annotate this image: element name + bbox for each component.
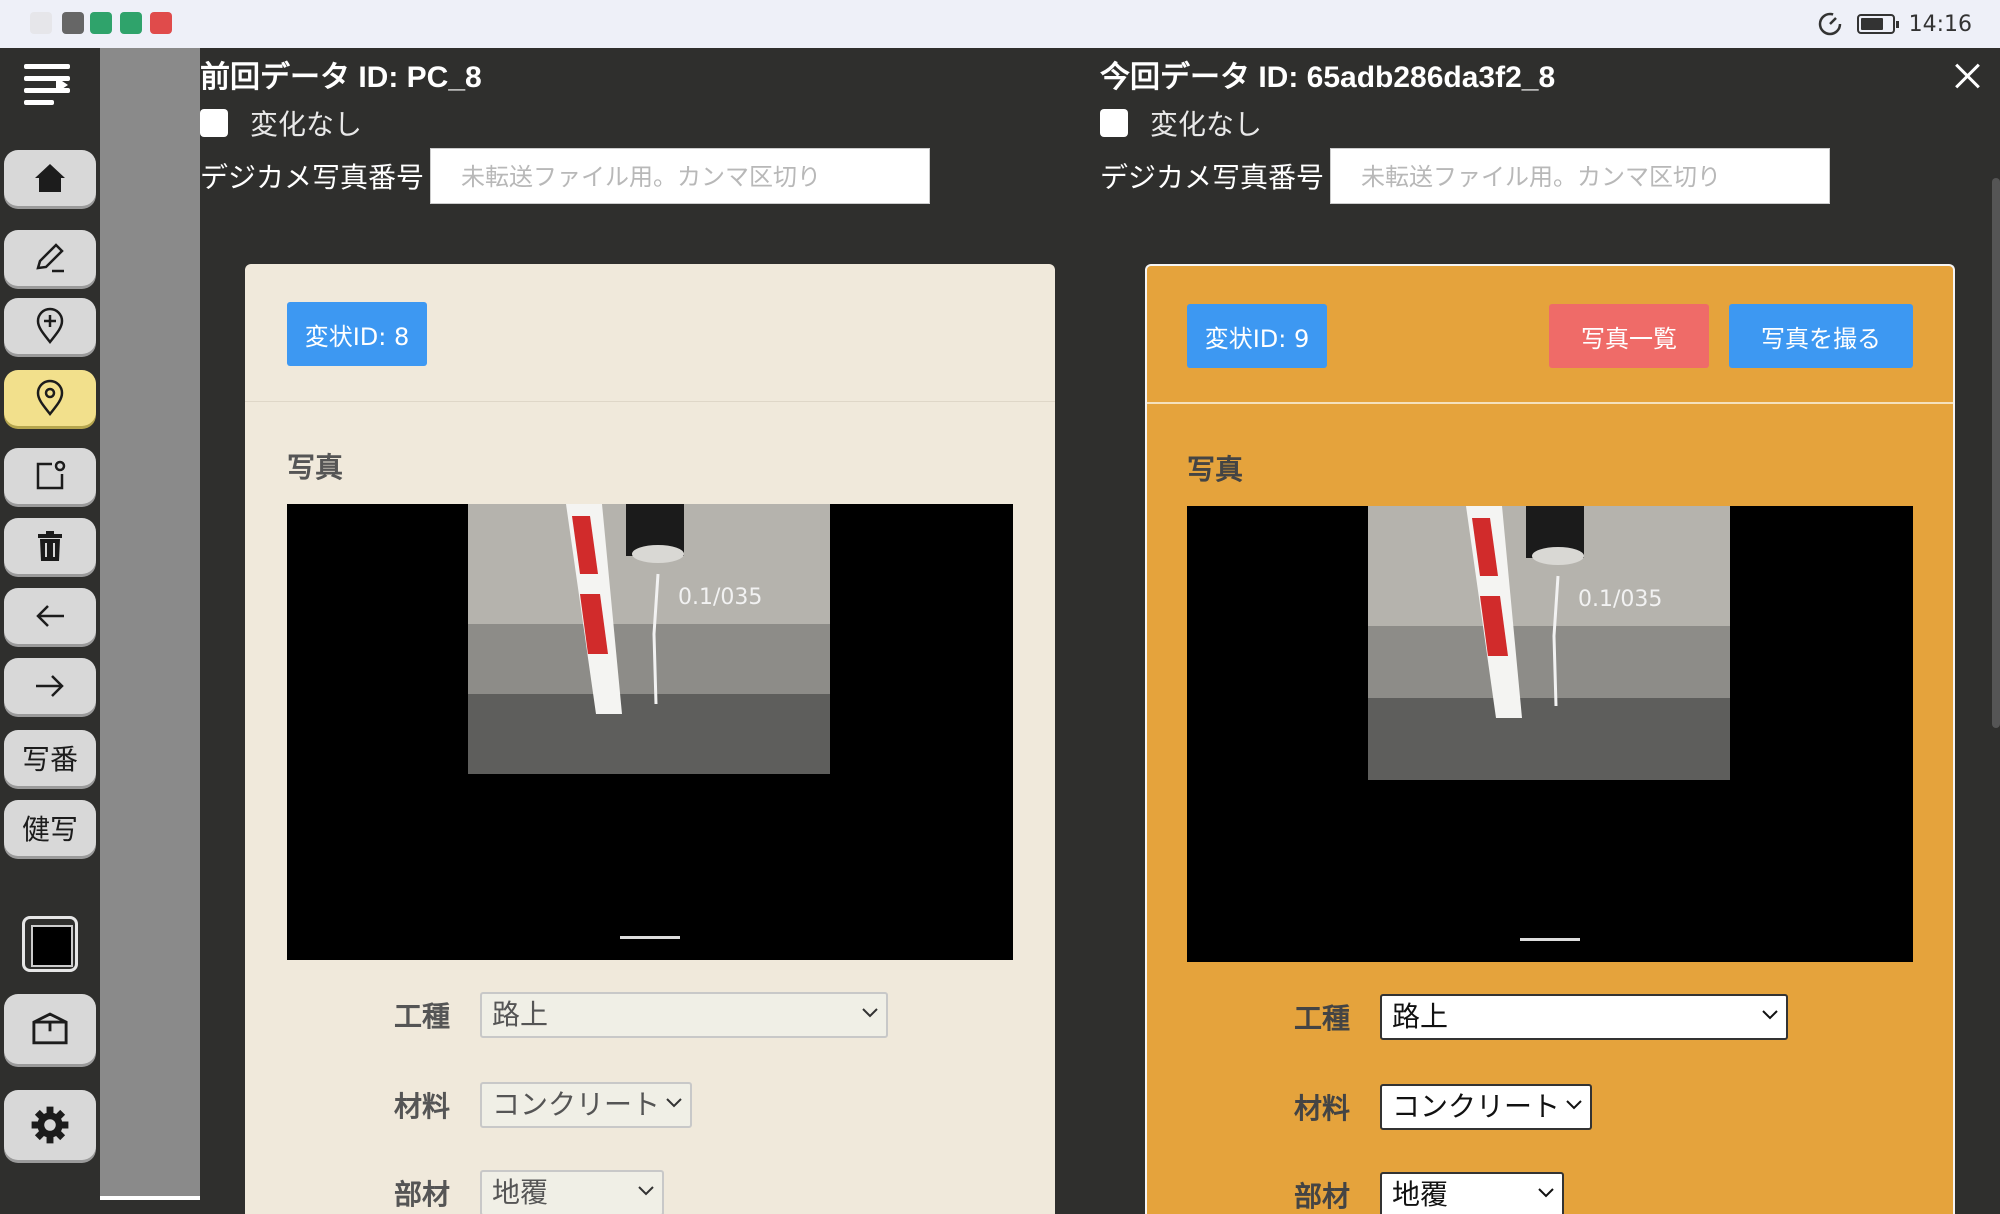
current-data-id: 今回データ ID: 65adb286da3f2_8 <box>1100 61 1556 94</box>
previous-work-type-label: 工種 <box>393 1000 450 1033</box>
current-material-value: コンクリート <box>1392 1090 1561 1123</box>
previous-member-label: 部材 <box>393 1178 450 1211</box>
home-button[interactable] <box>4 150 96 206</box>
previous-no-change-checkbox[interactable] <box>200 109 228 137</box>
menu-icon[interactable] <box>24 64 72 105</box>
current-no-change-label: 変化なし <box>1150 108 1263 141</box>
app-icon-file <box>62 12 84 34</box>
current-defect-card: 変状ID: 9 写真一覧 写真を撮る 写真 0.1/035 工種 路上 材料 コ… <box>1145 264 1955 1214</box>
previous-button[interactable] <box>4 588 96 644</box>
app-icon-php-server <box>30 12 52 34</box>
current-photo-number-label: デジカメ写真番号 <box>1100 161 1325 194</box>
chevron-down-icon <box>666 1098 682 1108</box>
edit-button[interactable] <box>4 230 96 286</box>
current-work-type-select[interactable]: 路上 <box>1380 994 1788 1040</box>
current-photo-number-input[interactable]: 未転送ファイル用。カンマ区切り <box>1330 148 1831 204</box>
status-time: 14:16 <box>1908 11 1972 37</box>
photo-number-button[interactable]: 写番 <box>4 730 96 786</box>
previous-defect-id-button[interactable]: 変状ID: 8 <box>287 302 427 366</box>
previous-material-value: コンクリート <box>492 1088 661 1121</box>
chevron-down-icon <box>1566 1100 1582 1110</box>
svg-text:0.1/035: 0.1/035 <box>678 585 762 610</box>
next-button[interactable] <box>4 658 96 714</box>
current-work-type-value: 路上 <box>1392 1000 1449 1033</box>
trash-icon <box>38 531 62 561</box>
current-material-label: 材料 <box>1293 1092 1350 1125</box>
battery-icon <box>1856 14 1899 34</box>
app-icon-red <box>150 12 172 34</box>
speed-icon <box>1818 12 1841 36</box>
previous-material-label: 材料 <box>393 1090 450 1123</box>
previous-photo: 0.1/035 <box>468 504 830 774</box>
add-location-button[interactable] <box>4 298 96 354</box>
note-button[interactable] <box>4 448 96 504</box>
current-photo: 0.1/035 <box>1368 506 1730 780</box>
comparison-view: 前回データ ID: PC_8 変化なし デジカメ写真番号 未転送ファイル用。カン… <box>200 48 2000 1214</box>
current-photo-viewer[interactable]: 0.1/035 <box>1187 506 1913 962</box>
current-member-label: 部材 <box>1293 1180 1350 1213</box>
previous-defect-card: 変状ID: 8 写真 0.1/035 工種 路上 材料 コンクリート 部材 地覆 <box>245 264 1055 1214</box>
photo-list-button[interactable]: 写真一覧 <box>1549 304 1709 368</box>
health-photo-button[interactable]: 健写 <box>4 800 96 856</box>
pin-plus-icon <box>36 307 64 345</box>
gear-icon <box>31 1106 69 1144</box>
previous-member-select[interactable]: 地覆 <box>480 1170 664 1214</box>
app-icon-android-1 <box>90 12 112 34</box>
take-photo-button[interactable]: 写真を撮る <box>1729 304 1913 368</box>
previous-photo-heading: 写真 <box>287 451 344 484</box>
status-bar: 14:16 <box>0 0 2000 48</box>
previous-photo-number-input[interactable]: 未転送ファイル用。カンマ区切り <box>430 148 931 204</box>
settings-button[interactable] <box>4 1090 96 1160</box>
chevron-down-icon <box>638 1186 654 1196</box>
current-member-value: 地覆 <box>1392 1178 1449 1211</box>
previous-member-value: 地覆 <box>492 1176 549 1209</box>
previous-photo-viewer[interactable]: 0.1/035 <box>287 504 1013 960</box>
svg-text:0.1/035: 0.1/035 <box>1578 587 1662 612</box>
scrollbar[interactable] <box>1992 178 2000 728</box>
current-work-type-label: 工種 <box>1293 1002 1350 1035</box>
arrow-left-icon <box>36 605 64 627</box>
previous-photo-number-label: デジカメ写真番号 <box>200 161 425 194</box>
previous-material-select[interactable]: コンクリート <box>480 1082 692 1128</box>
previous-work-type-value: 路上 <box>492 998 549 1031</box>
current-material-select[interactable]: コンクリート <box>1380 1084 1592 1130</box>
current-no-change-checkbox[interactable] <box>1100 109 1128 137</box>
chevron-down-icon <box>862 1008 878 1018</box>
previous-work-type-select[interactable]: 路上 <box>480 992 888 1038</box>
current-member-select[interactable]: 地覆 <box>1380 1172 1564 1214</box>
chevron-down-icon <box>1538 1188 1554 1198</box>
pen-icon <box>36 243 64 273</box>
package-button[interactable] <box>4 994 96 1064</box>
previous-no-change-label: 変化なし <box>250 108 363 141</box>
box-icon <box>32 1012 68 1045</box>
home-icon <box>35 164 65 192</box>
left-toolbar: 写番 健写 <box>0 48 100 1200</box>
location-button[interactable] <box>4 370 96 426</box>
arrow-right-icon <box>36 675 64 697</box>
chevron-down-icon <box>1762 1010 1778 1020</box>
current-photo-heading: 写真 <box>1187 453 1244 486</box>
current-defect-id-button[interactable]: 変状ID: 9 <box>1187 304 1327 368</box>
app-icon-android-2 <box>120 12 142 34</box>
close-icon[interactable] <box>1950 58 1986 94</box>
color-picker-button[interactable] <box>22 916 78 972</box>
pin-icon <box>36 379 64 417</box>
previous-data-id: 前回データ ID: PC_8 <box>200 61 482 94</box>
delete-button[interactable] <box>4 518 96 574</box>
side-panel-strip <box>100 48 200 1200</box>
note-icon <box>36 460 66 490</box>
